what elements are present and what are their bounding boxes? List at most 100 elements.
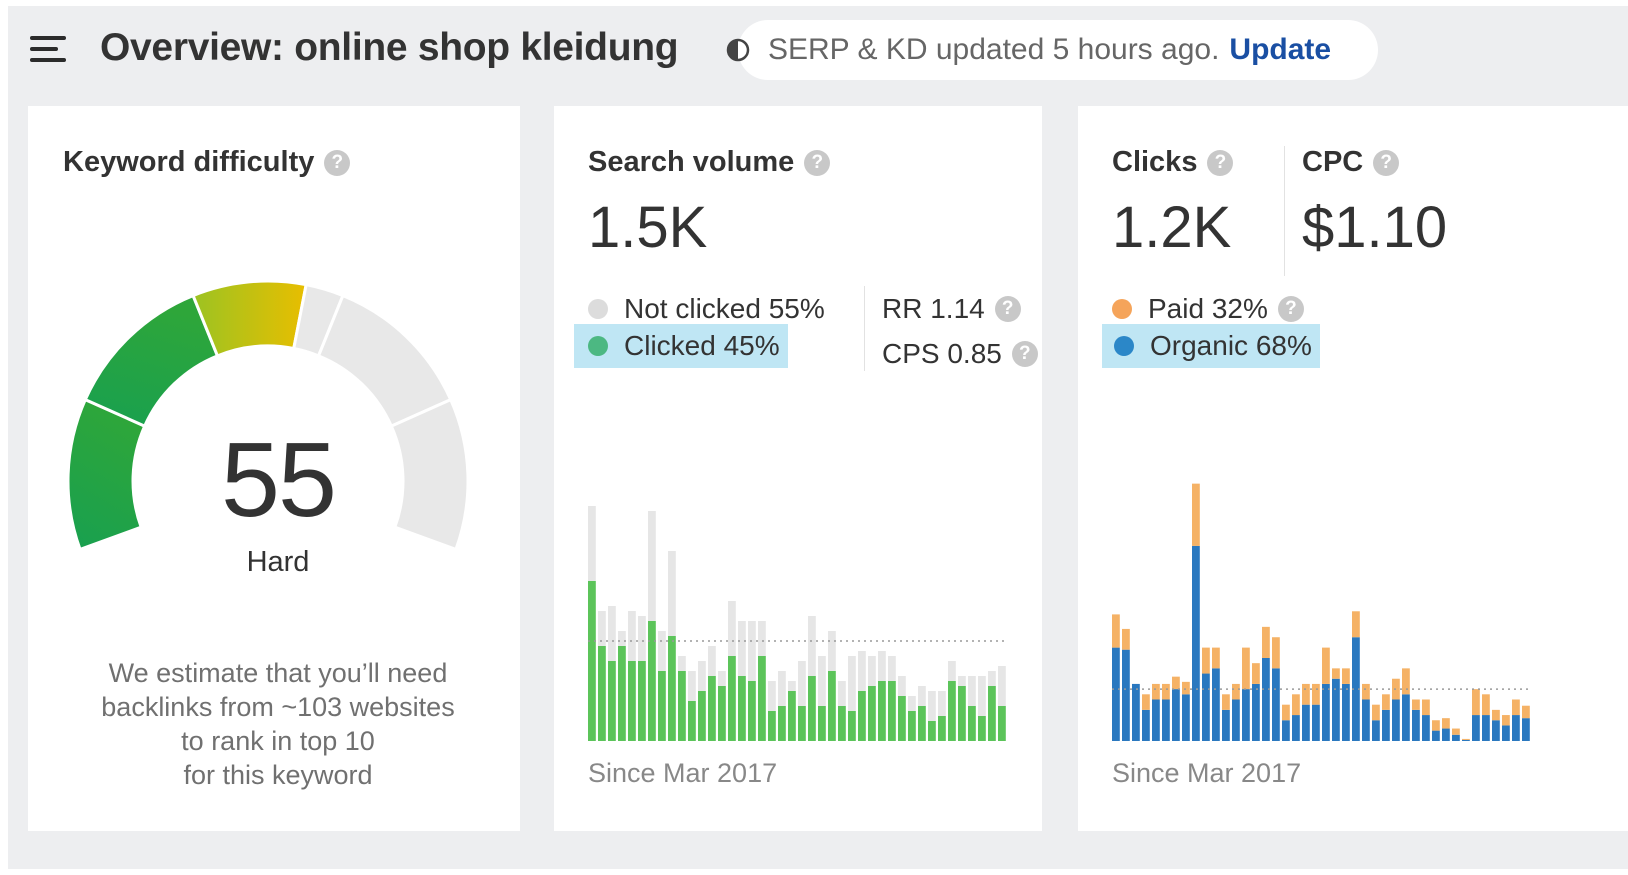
bar-organic[interactable] bbox=[1312, 704, 1320, 741]
bar-clicked[interactable] bbox=[888, 681, 896, 741]
help-icon[interactable]: ? bbox=[1373, 150, 1400, 177]
bar-organic[interactable] bbox=[1462, 739, 1470, 741]
bar-not-clicked[interactable] bbox=[968, 676, 976, 706]
bar-clicked[interactable] bbox=[838, 706, 846, 741]
bar-organic[interactable] bbox=[1482, 715, 1490, 741]
bar-clicked[interactable] bbox=[998, 706, 1006, 741]
bar-clicked[interactable] bbox=[758, 656, 766, 741]
bar-clicked[interactable] bbox=[878, 681, 886, 741]
bar-paid[interactable] bbox=[1242, 647, 1250, 690]
bar-not-clicked[interactable] bbox=[838, 681, 846, 706]
bar-not-clicked[interactable] bbox=[768, 681, 776, 711]
bar-not-clicked[interactable] bbox=[628, 611, 636, 661]
bar-not-clicked[interactable] bbox=[588, 506, 596, 581]
bar-clicked[interactable] bbox=[778, 706, 786, 741]
bar-not-clicked[interactable] bbox=[638, 616, 646, 661]
bar-organic[interactable] bbox=[1472, 715, 1480, 741]
bar-clicked[interactable] bbox=[768, 711, 776, 741]
update-link[interactable]: Update bbox=[1229, 33, 1331, 67]
bar-paid[interactable] bbox=[1202, 647, 1210, 674]
bar-organic[interactable] bbox=[1372, 720, 1380, 741]
bar-not-clicked[interactable] bbox=[778, 671, 786, 706]
bar-clicked[interactable] bbox=[738, 676, 746, 741]
bar-organic[interactable] bbox=[1112, 647, 1120, 741]
bar-paid[interactable] bbox=[1502, 715, 1510, 726]
bar-organic[interactable] bbox=[1492, 720, 1500, 741]
bar-organic[interactable] bbox=[1192, 545, 1200, 741]
bar-paid[interactable] bbox=[1472, 689, 1480, 716]
bar-organic[interactable] bbox=[1522, 718, 1530, 741]
help-icon[interactable]: ? bbox=[1011, 341, 1038, 367]
bar-not-clicked[interactable] bbox=[718, 671, 726, 686]
bar-not-clicked[interactable] bbox=[668, 551, 676, 636]
bar-paid[interactable] bbox=[1372, 704, 1380, 721]
bar-clicked[interactable] bbox=[618, 646, 626, 741]
bar-not-clicked[interactable] bbox=[898, 676, 906, 696]
bar-clicked[interactable] bbox=[858, 691, 866, 741]
bar-organic[interactable] bbox=[1242, 689, 1250, 741]
bar-organic[interactable] bbox=[1252, 683, 1260, 741]
bar-not-clicked[interactable] bbox=[808, 616, 816, 676]
bar-clicked[interactable] bbox=[688, 701, 696, 741]
bar-not-clicked[interactable] bbox=[748, 621, 756, 681]
bar-paid[interactable] bbox=[1252, 663, 1260, 684]
bar-clicked[interactable] bbox=[948, 681, 956, 741]
bar-not-clicked[interactable] bbox=[788, 681, 796, 691]
help-icon[interactable]: ? bbox=[994, 296, 1021, 322]
bar-clicked[interactable] bbox=[808, 676, 816, 741]
bar-clicked[interactable] bbox=[958, 686, 966, 741]
bar-clicked[interactable] bbox=[798, 706, 806, 741]
bar-paid[interactable] bbox=[1162, 683, 1170, 700]
bar-organic[interactable] bbox=[1212, 668, 1220, 741]
bar-paid[interactable] bbox=[1272, 637, 1280, 669]
bar-paid[interactable] bbox=[1332, 668, 1340, 679]
bar-paid[interactable] bbox=[1292, 694, 1300, 716]
bar-paid[interactable] bbox=[1192, 483, 1200, 546]
bar-clicked[interactable] bbox=[938, 716, 946, 741]
bar-paid[interactable] bbox=[1422, 699, 1430, 716]
bar-paid[interactable] bbox=[1342, 668, 1350, 684]
bar-paid[interactable] bbox=[1222, 694, 1230, 710]
bar-organic[interactable] bbox=[1232, 699, 1240, 741]
bar-paid[interactable] bbox=[1172, 676, 1180, 690]
bar-organic[interactable] bbox=[1182, 694, 1190, 741]
bar-organic[interactable] bbox=[1302, 704, 1310, 741]
bar-not-clicked[interactable] bbox=[858, 651, 866, 691]
bar-paid[interactable] bbox=[1442, 718, 1450, 729]
bar-organic[interactable] bbox=[1152, 699, 1160, 741]
bar-organic[interactable] bbox=[1442, 728, 1450, 741]
bar-paid[interactable] bbox=[1282, 704, 1290, 721]
bar-clicked[interactable] bbox=[718, 686, 726, 741]
bar-not-clicked[interactable] bbox=[868, 656, 876, 686]
bar-paid[interactable] bbox=[1122, 628, 1130, 650]
bar-paid[interactable] bbox=[1312, 683, 1320, 705]
bar-not-clicked[interactable] bbox=[998, 666, 1006, 706]
bar-organic[interactable] bbox=[1502, 725, 1510, 741]
bar-clicked[interactable] bbox=[598, 646, 606, 741]
bar-clicked[interactable] bbox=[928, 721, 936, 741]
bar-not-clicked[interactable] bbox=[728, 601, 736, 656]
bar-organic[interactable] bbox=[1402, 694, 1410, 741]
bar-clicked[interactable] bbox=[678, 671, 686, 741]
bar-not-clicked[interactable] bbox=[758, 621, 766, 656]
bar-paid[interactable] bbox=[1212, 647, 1220, 669]
bar-clicked[interactable] bbox=[668, 636, 676, 741]
bar-organic[interactable] bbox=[1452, 734, 1460, 741]
help-icon[interactable]: ? bbox=[1207, 150, 1234, 177]
bar-clicked[interactable] bbox=[968, 706, 976, 741]
bar-paid[interactable] bbox=[1412, 699, 1420, 710]
bar-paid[interactable] bbox=[1512, 699, 1520, 716]
bar-clicked[interactable] bbox=[628, 661, 636, 741]
bar-clicked[interactable] bbox=[708, 676, 716, 741]
bar-not-clicked[interactable] bbox=[988, 671, 996, 686]
bar-organic[interactable] bbox=[1282, 720, 1290, 741]
bar-clicked[interactable] bbox=[848, 711, 856, 741]
bar-clicked[interactable] bbox=[698, 691, 706, 741]
help-icon[interactable]: ? bbox=[804, 150, 831, 177]
bar-paid[interactable] bbox=[1362, 683, 1370, 700]
bar-not-clicked[interactable] bbox=[978, 676, 986, 716]
bar-organic[interactable] bbox=[1412, 709, 1420, 741]
bar-paid[interactable] bbox=[1322, 647, 1330, 684]
bar-paid[interactable] bbox=[1352, 611, 1360, 638]
bar-organic[interactable] bbox=[1202, 673, 1210, 741]
